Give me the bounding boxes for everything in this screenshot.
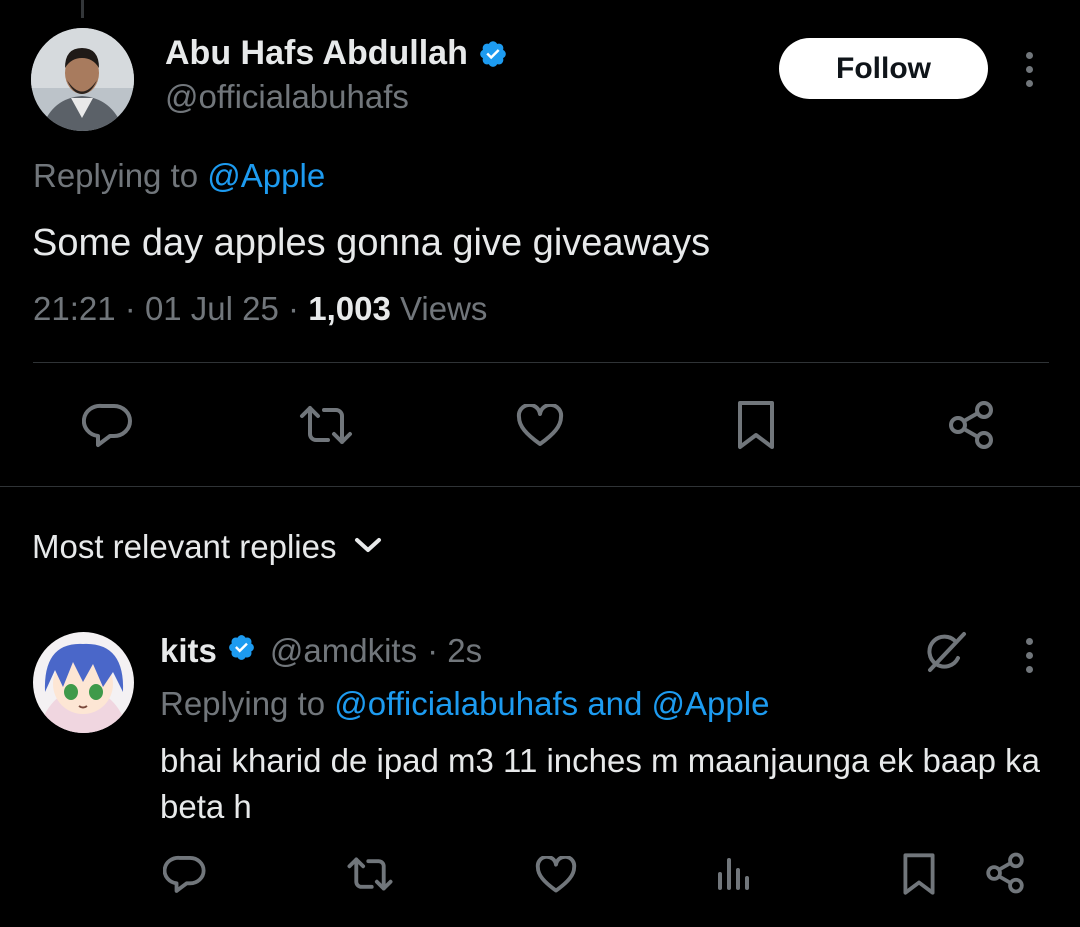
verified-badge-icon [478, 39, 508, 69]
meta-separator: · [288, 290, 300, 327]
tweet-time[interactable]: 21:21 [33, 290, 116, 327]
chevron-down-icon [354, 536, 382, 559]
grok-icon[interactable] [920, 628, 968, 681]
replying-to-line: Replying to @Apple [33, 157, 325, 195]
sort-label: Most relevant replies [32, 528, 337, 565]
reply-author-handle[interactable]: @amdkits [270, 632, 417, 670]
reply-text: bhai kharid de ipad m3 11 inches m maanj… [160, 742, 1040, 825]
follow-button[interactable]: Follow [779, 38, 988, 99]
author-name[interactable]: Abu Hafs Abdullah [165, 34, 468, 73]
reply-header: kits @amdkits · 2s [160, 632, 482, 670]
views-icon[interactable] [716, 856, 752, 897]
tweet-meta: 21:21 · 01 Jul 25 · 1,003 Views [33, 290, 487, 328]
verified-badge-icon [227, 632, 256, 670]
reply-author-name[interactable]: kits [160, 632, 217, 670]
meta-separator: · [124, 290, 136, 327]
reply-age: · 2s [427, 632, 483, 669]
replying-prefix: Replying to [33, 157, 199, 194]
more-icon[interactable] [1024, 52, 1034, 87]
sort-replies-dropdown[interactable]: Most relevant replies [32, 528, 382, 566]
tweet-text: Some day apples gonna give giveaways [32, 222, 711, 264]
reply-icon[interactable] [162, 854, 207, 899]
thread-line [81, 0, 84, 18]
views-count[interactable]: 1,003 [308, 290, 391, 327]
author-handle[interactable]: @officialabuhafs [165, 78, 409, 116]
bookmark-icon[interactable] [736, 400, 776, 455]
reply-author-avatar[interactable] [33, 632, 134, 733]
section-divider [0, 486, 1080, 487]
like-icon[interactable] [516, 402, 564, 453]
tweet-date[interactable]: 01 Jul 25 [145, 290, 279, 327]
views-label: Views [399, 290, 488, 327]
share-icon[interactable] [984, 852, 1026, 899]
replying-prefix: Replying to [160, 685, 326, 722]
divider [33, 362, 1049, 363]
reply-more-icon[interactable] [1024, 638, 1034, 673]
retweet-icon[interactable] [298, 404, 354, 451]
reply-icon[interactable] [81, 402, 134, 453]
bookmark-icon[interactable] [902, 852, 936, 901]
reply-replying-to-line: Replying to @officialabuhafs and @Apple [160, 685, 769, 723]
replying-to-link[interactable]: @officialabuhafs and @Apple [334, 685, 769, 722]
retweet-icon[interactable] [346, 856, 394, 897]
author-name-row: Abu Hafs Abdullah [165, 34, 508, 73]
replying-to-link[interactable]: @Apple [207, 157, 325, 194]
like-icon[interactable] [535, 854, 577, 899]
author-avatar[interactable] [31, 28, 134, 131]
share-icon[interactable] [946, 400, 996, 455]
